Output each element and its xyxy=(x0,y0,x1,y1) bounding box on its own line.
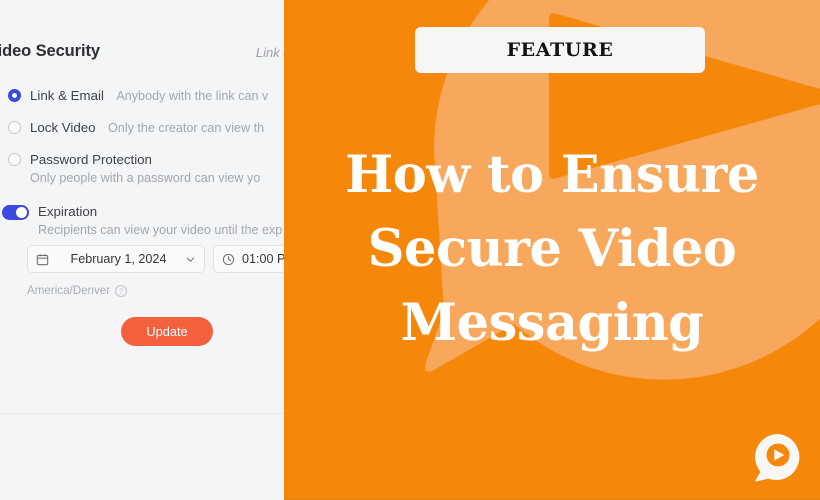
toggle-knob xyxy=(16,207,27,218)
vidyard-play-bubble-logo-icon xyxy=(755,434,800,482)
timezone-row: America/Denver ? xyxy=(27,284,128,297)
option-password-protection[interactable]: Password Protection Only people with a p… xyxy=(8,151,260,187)
option-lock-video[interactable]: Lock Video Only the creator can view th xyxy=(8,119,264,137)
chevron-down-icon[interactable] xyxy=(185,254,196,265)
option-link-email-body: Link & Email Anybody with the link can v xyxy=(30,87,268,105)
headline-line-1: How to Ensure xyxy=(345,145,759,205)
option-link-email-label: Link & Email xyxy=(30,88,104,103)
video-security-panel: Video Security Link & Link & Email Anybo… xyxy=(0,0,284,500)
option-expiration-description: Recipients can view your video until the… xyxy=(38,223,283,237)
panel-header: Video Security Link & xyxy=(0,42,284,68)
headline-line-2: Secure Video xyxy=(367,219,737,279)
screenshot-root: Video Security Link & Link & Email Anybo… xyxy=(0,0,820,500)
settings-card-footer-area xyxy=(0,415,284,500)
option-lock-video-body: Lock Video Only the creator can view th xyxy=(30,119,264,137)
question-mark-icon[interactable]: ? xyxy=(115,284,128,297)
option-lock-video-label: Lock Video xyxy=(30,120,96,135)
feature-hero-panel: FEATURE How to Ensure Secure Video Messa… xyxy=(284,0,820,500)
option-password-protection-body: Password Protection Only people with a p… xyxy=(30,151,260,187)
timezone-label: America/Denver xyxy=(27,284,111,297)
option-lock-video-description: Only the creator can view th xyxy=(108,121,265,135)
feature-badge: FEATURE xyxy=(415,27,705,73)
option-password-protection-description: Only people with a password can view yo xyxy=(30,171,261,185)
option-expiration-label: Expiration xyxy=(38,204,98,219)
update-button[interactable]: Update xyxy=(121,317,213,346)
feature-badge-label: FEATURE xyxy=(506,39,614,61)
panel-subtitle: Link & xyxy=(255,45,284,60)
option-link-email-description: Anybody with the link can v xyxy=(116,89,269,103)
headline-line-3: Messaging xyxy=(400,293,704,353)
expiration-time-select[interactable]: 01:00 P xyxy=(213,245,284,273)
option-link-email[interactable]: Link & Email Anybody with the link can v xyxy=(8,87,268,105)
calendar-icon xyxy=(36,253,49,266)
expiration-date-select[interactable]: February 1, 2024 xyxy=(27,245,205,273)
radio-lock-video[interactable] xyxy=(8,121,21,134)
expiration-fields: February 1, 2024 01:00 P xyxy=(27,245,284,273)
option-expiration[interactable]: Expiration Recipients can view your vide… xyxy=(2,203,282,239)
expiration-date-value: February 1, 2024 xyxy=(70,252,167,266)
toggle-expiration[interactable] xyxy=(2,205,29,220)
option-password-protection-label: Password Protection xyxy=(30,152,152,167)
radio-password-protection[interactable] xyxy=(8,153,21,166)
hero-headline: How to Ensure Secure Video Messaging xyxy=(284,138,820,360)
option-expiration-body: Expiration Recipients can view your vide… xyxy=(38,203,282,239)
expiration-time-value: 01:00 P xyxy=(242,252,284,266)
page-title: Video Security xyxy=(0,42,100,60)
radio-link-email[interactable] xyxy=(8,89,21,102)
clock-icon xyxy=(222,253,235,266)
